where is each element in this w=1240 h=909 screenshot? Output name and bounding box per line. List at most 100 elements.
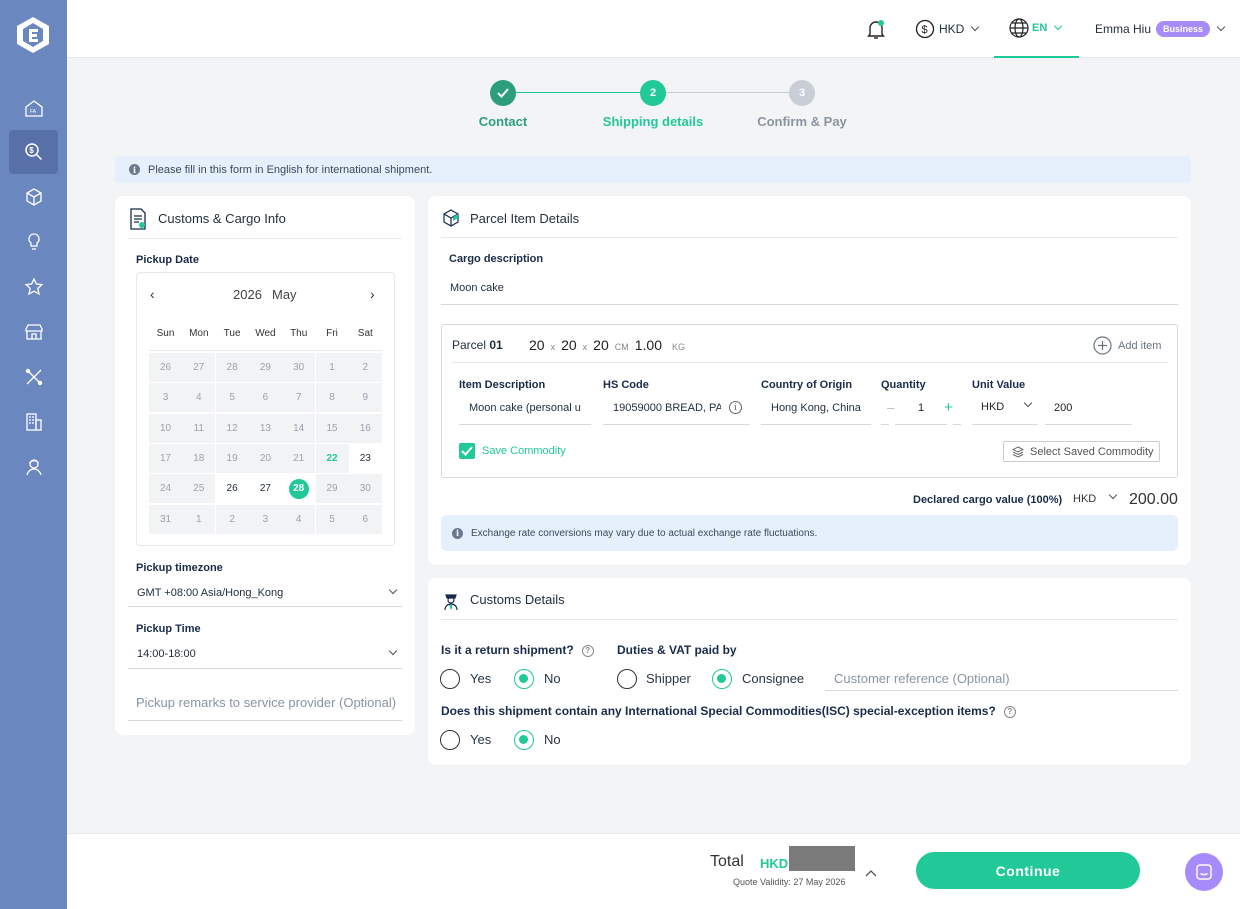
calendar-day[interactable]: 26 <box>216 474 249 503</box>
weekday-sun: Sun <box>156 328 175 339</box>
add-item-label: Add item <box>1118 339 1162 352</box>
select-saved-commodity-button[interactable]: Select Saved Commodity <box>1003 441 1160 462</box>
calendar-day-selected[interactable]: 28 <box>282 474 315 503</box>
language-label: EN <box>1032 22 1048 34</box>
calendar-weekdays: Sun Mon Tue Wed Thu Fri Sat <box>149 328 382 342</box>
exchange-notice-text: Exchange rate conversions may vary due t… <box>471 527 818 539</box>
cargo-description-input[interactable]: Moon cake <box>450 282 504 294</box>
pickup-timezone-select[interactable]: GMT +08:00 Asia/Hong_Kong <box>137 587 283 599</box>
times-sign: x <box>550 342 556 352</box>
unit-value-input[interactable]: 200 <box>1054 402 1072 414</box>
top-bar: $ HKD EN Emma Hiu Business <box>67 0 1240 58</box>
dim-height[interactable]: 20 <box>593 337 609 353</box>
chat-icon <box>1196 864 1212 880</box>
help-icon[interactable]: ? <box>581 644 594 657</box>
duties-paid-by-label: Duties & VAT paid by <box>617 643 737 657</box>
field-underline <box>441 304 1178 305</box>
app-logo[interactable] <box>15 16 51 54</box>
pickup-date-label: Pickup Date <box>136 254 199 266</box>
parcel-dimensions[interactable]: 20 x 20 x 20 CM 1.00 KG <box>529 337 685 353</box>
calendar-day: 29 <box>248 353 282 382</box>
calendar-next-button[interactable]: › <box>370 286 375 302</box>
item-description-input[interactable]: Moon cake (personal u <box>469 402 583 414</box>
dim-length[interactable]: 20 <box>529 337 545 353</box>
duties-consignee-radio[interactable] <box>712 669 732 689</box>
calendar-day: 13 <box>248 413 282 443</box>
save-commodity-checkbox[interactable] <box>459 443 475 459</box>
pickup-remarks-input[interactable]: Pickup remarks to service provider (Opti… <box>136 695 396 710</box>
field-underline <box>895 424 947 425</box>
calendar-day[interactable]: 27 <box>249 474 282 503</box>
sidebar-home-icon[interactable]: FA <box>9 86 58 130</box>
return-yes-radio[interactable] <box>440 669 460 689</box>
help-icon[interactable]: ? <box>1003 705 1016 718</box>
currency-selector[interactable]: $ HKD <box>915 0 980 58</box>
hs-info-icon[interactable]: i <box>729 401 742 414</box>
calendar-prev-button[interactable]: ‹ <box>150 286 155 302</box>
unit-currency-select[interactable]: HKD <box>981 401 1004 413</box>
quantity-plus-button[interactable]: + <box>944 399 953 416</box>
sidebar-star-icon[interactable] <box>9 265 58 309</box>
calendar-day: 16 <box>348 413 382 443</box>
sidebar-tools-icon[interactable] <box>9 355 58 399</box>
info-icon: i <box>452 527 463 539</box>
chevron-down-icon <box>1054 21 1063 31</box>
sidebar-quote-search-icon[interactable]: $ <box>9 130 58 174</box>
return-no-radio[interactable] <box>514 669 534 689</box>
dim-width[interactable]: 20 <box>561 337 577 353</box>
duties-shipper-radio[interactable] <box>617 669 637 689</box>
calendar-day: 19 <box>215 443 249 473</box>
language-selector[interactable]: EN <box>994 0 1079 58</box>
parcel-weight[interactable]: 1.00 <box>635 337 662 353</box>
hs-code-input[interactable]: 19059000 BREAD, PA <box>613 402 721 414</box>
calendar-day: 4 <box>282 504 316 534</box>
sidebar-store-icon[interactable] <box>9 310 58 354</box>
divider <box>128 238 402 239</box>
sidebar-bulb-icon[interactable] <box>9 220 58 264</box>
user-badge: Business <box>1156 21 1211 37</box>
calendar-day: 2 <box>215 504 249 534</box>
weekday-fri: Fri <box>326 328 338 339</box>
continue-button[interactable]: Continue <box>916 852 1140 889</box>
user-menu[interactable]: Emma Hiu Business <box>1095 0 1226 58</box>
sidebar-building-icon[interactable] <box>9 400 58 444</box>
exchange-rate-notice: i Exchange rate conversions may vary due… <box>441 515 1178 551</box>
quantity-input[interactable]: 1 <box>918 402 924 414</box>
isc-no-radio[interactable] <box>514 730 534 750</box>
notification-bell-icon[interactable] <box>865 0 887 58</box>
chevron-up-icon[interactable] <box>865 866 877 880</box>
isc-no-label[interactable]: No <box>544 732 561 747</box>
sidebar-parcel-icon[interactable] <box>9 175 58 219</box>
customer-reference-input[interactable]: Customer reference (Optional) <box>834 671 1010 686</box>
calendar-day: 14 <box>282 413 316 443</box>
return-yes-label[interactable]: Yes <box>470 671 491 686</box>
isc-yes-label[interactable]: Yes <box>470 732 491 747</box>
country-origin-select[interactable]: Hong Kong, China <box>771 402 861 414</box>
calendar-day: 4 <box>182 383 216 413</box>
quantity-minus-button[interactable]: – <box>887 400 894 415</box>
field-underline <box>1045 424 1132 425</box>
calendar-day: 17 <box>149 443 182 473</box>
isc-yes-radio[interactable] <box>440 730 460 750</box>
step-label-contact[interactable]: Contact <box>433 114 573 129</box>
calendar-year[interactable]: 2026 <box>233 287 262 302</box>
parcel-label-text: Parcel <box>452 338 487 352</box>
check-icon <box>461 446 473 456</box>
calendar-month[interactable]: May <box>272 287 297 302</box>
return-no-label[interactable]: No <box>544 671 561 686</box>
add-item-button[interactable]: Add item <box>1093 336 1161 355</box>
calendar-day: 3 <box>149 383 182 413</box>
sidebar-agent-icon[interactable] <box>9 445 58 489</box>
field-underline <box>825 690 1178 691</box>
calendar-day[interactable]: 23 <box>349 444 382 473</box>
duties-consignee-label[interactable]: Consignee <box>742 671 804 686</box>
calendar-day: 6 <box>348 504 382 534</box>
chat-support-button[interactable] <box>1185 853 1223 891</box>
step-label-confirm: Confirm & Pay <box>757 114 847 129</box>
duties-shipper-label[interactable]: Shipper <box>646 671 691 686</box>
save-commodity-label[interactable]: Save Commodity <box>482 445 566 457</box>
declared-currency-select[interactable]: HKD <box>1073 493 1096 505</box>
return-shipment-text: Is it a return shipment? <box>441 643 574 657</box>
pickup-time-select[interactable]: 14:00-18:00 <box>137 648 196 660</box>
chevron-down-icon <box>971 22 980 32</box>
